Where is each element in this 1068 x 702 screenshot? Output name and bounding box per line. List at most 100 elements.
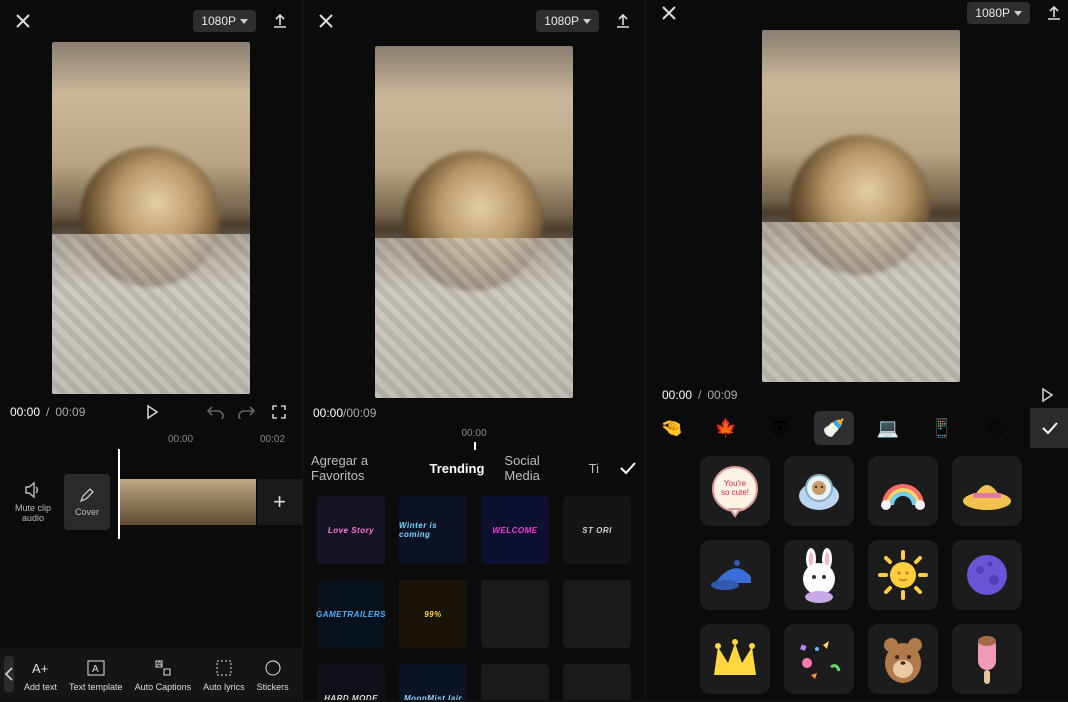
tab-trending[interactable]: Trending [430, 461, 485, 476]
clip-thumbnails[interactable]: + [118, 479, 302, 525]
undo-button[interactable] [202, 399, 228, 425]
playhead[interactable] [118, 449, 120, 539]
template-gametrailers[interactable]: GAMETRAILERS [317, 580, 385, 648]
play-icon [144, 404, 160, 420]
sticker-cute-bubble[interactable]: You'reso cute! [700, 456, 770, 526]
video-preview[interactable] [52, 42, 250, 394]
preview-zone [303, 46, 645, 398]
template-blank2[interactable] [563, 664, 631, 700]
sticker-cap[interactable] [700, 540, 770, 610]
template-grid: Love StoryWinter is comingWELCOMEST ORI G… [303, 488, 645, 700]
close-button[interactable] [313, 8, 339, 34]
timeline[interactable]: Mute clip audio Cover + [0, 448, 302, 556]
time-sep: / [698, 388, 701, 402]
sticker-rainbow[interactable] [868, 456, 938, 526]
undo-icon [206, 405, 224, 419]
sticker-popsicle[interactable] [952, 624, 1022, 694]
template-hardmode[interactable]: HARD MODE [317, 664, 385, 700]
mute-clip-button[interactable]: Mute clip audio [10, 474, 56, 530]
sticker-bunny[interactable] [784, 540, 854, 610]
sticker-crown[interactable] [700, 624, 770, 694]
close-icon [661, 5, 677, 21]
check-icon [619, 461, 637, 475]
template-gold-badge[interactable]: 99% [399, 580, 467, 648]
tab-ti[interactable]: Ti [589, 461, 599, 476]
svg-text:A: A [92, 664, 99, 675]
template-love-story[interactable]: Love Story [317, 496, 385, 564]
template-welcome[interactable]: WELCOME [481, 496, 549, 564]
resolution-selector[interactable]: 1080P [536, 10, 599, 32]
clip-thumb[interactable] [210, 479, 256, 525]
export-button[interactable] [1042, 1, 1066, 25]
video-preview[interactable] [375, 46, 573, 398]
svg-text:You're: You're [724, 479, 747, 488]
fullscreen-button[interactable] [266, 399, 292, 425]
current-time: 00:00 [313, 406, 343, 420]
panel-stickers: 1080P 00:00 / 00:09 🤏 🍁 👁 🍼 💻 📱 🏷 You'reso cut… [645, 0, 1068, 700]
template-magnify[interactable] [563, 580, 631, 648]
sticker-astro-bear[interactable] [784, 456, 854, 526]
fullscreen-icon [271, 404, 287, 420]
clip-thumb[interactable] [164, 479, 210, 525]
sticker-planet[interactable] [952, 540, 1022, 610]
close-icon [318, 13, 334, 29]
template-moonmist[interactable]: MoonMist lair [399, 664, 467, 700]
resolution-selector[interactable]: 1080P [967, 2, 1030, 24]
resolution-label: 1080P [975, 6, 1010, 20]
export-icon [615, 13, 631, 29]
topbar: 1080P [646, 0, 1068, 26]
sticker-category-tag[interactable]: 🏷 [976, 411, 1016, 445]
template-blank1[interactable] [481, 664, 549, 700]
play-button[interactable] [1034, 382, 1060, 408]
back-button[interactable] [4, 656, 14, 692]
export-button[interactable] [611, 9, 635, 33]
timebar: 00:00 / 00:09 [646, 382, 1068, 408]
sticker-category-eye[interactable]: 👁 [760, 411, 800, 445]
cover-button[interactable]: Cover [64, 474, 110, 530]
redo-button[interactable] [234, 399, 260, 425]
video-preview[interactable] [762, 30, 960, 382]
timeline-ruler[interactable]: 00:00 00:02 00:04 [0, 430, 302, 448]
sticker-confetti[interactable] [784, 624, 854, 694]
template-helmet[interactable] [481, 580, 549, 648]
export-button[interactable] [268, 9, 292, 33]
speaker-icon [24, 481, 42, 499]
cover-label: Cover [75, 507, 99, 517]
panel-editor-main: 1080P 00:00 / 00:09 00:00 00:02 00:04 [0, 0, 302, 700]
tool-draw[interactable]: Dra [295, 657, 302, 692]
ruler-tick: 00:00 [168, 434, 193, 445]
text-template-icon: A [86, 658, 106, 678]
timebar: 00:00 / 00:09 [303, 398, 645, 428]
tool-text-template[interactable]: AText template [63, 657, 129, 692]
sticker-bear[interactable] [868, 624, 938, 694]
tool-add-text[interactable]: A+Add text [18, 657, 63, 692]
tool-stickers[interactable]: Stickers [251, 657, 295, 692]
play-button[interactable] [139, 399, 165, 425]
close-button[interactable] [656, 0, 682, 26]
sticker-category-hand[interactable]: 🤏 [652, 411, 692, 445]
sticker-category-device[interactable]: 💻 [868, 411, 908, 445]
total-time: 00:09 [346, 406, 376, 420]
sticker-category-phone[interactable]: 📱 [922, 411, 962, 445]
resolution-label: 1080P [544, 14, 579, 28]
template-winter-coming[interactable]: Winter is coming [399, 496, 467, 564]
tool-auto-captions[interactable]: AAuto Captions [129, 657, 198, 692]
tab-favorites[interactable]: Agregar a Favoritos [311, 453, 410, 483]
mini-ruler[interactable]: 00:00 [303, 428, 645, 448]
panel-text-templates: 1080P 00:00 / 00:09 00:00 Agregar a Favo… [302, 0, 645, 700]
clip-thumb[interactable] [118, 479, 164, 525]
resolution-selector[interactable]: 1080P [193, 10, 256, 32]
confirm-button[interactable] [1030, 408, 1068, 448]
tool-auto-lyrics[interactable]: Auto lyrics [197, 657, 251, 692]
add-clip-button[interactable]: + [256, 479, 302, 525]
sticker-category-leaf[interactable]: 🍁 [706, 411, 746, 445]
confirm-button[interactable] [619, 461, 637, 475]
close-button[interactable] [10, 8, 36, 34]
sticker-grid: You'reso cute! [646, 448, 1068, 702]
sticker-sun[interactable] [868, 540, 938, 610]
sticker-category-baby[interactable]: 🍼 [814, 411, 854, 445]
template-stori[interactable]: ST ORI [563, 496, 631, 564]
lyrics-icon [214, 658, 234, 678]
tab-social[interactable]: Social Media [504, 453, 568, 483]
sticker-sun-hat[interactable] [952, 456, 1022, 526]
